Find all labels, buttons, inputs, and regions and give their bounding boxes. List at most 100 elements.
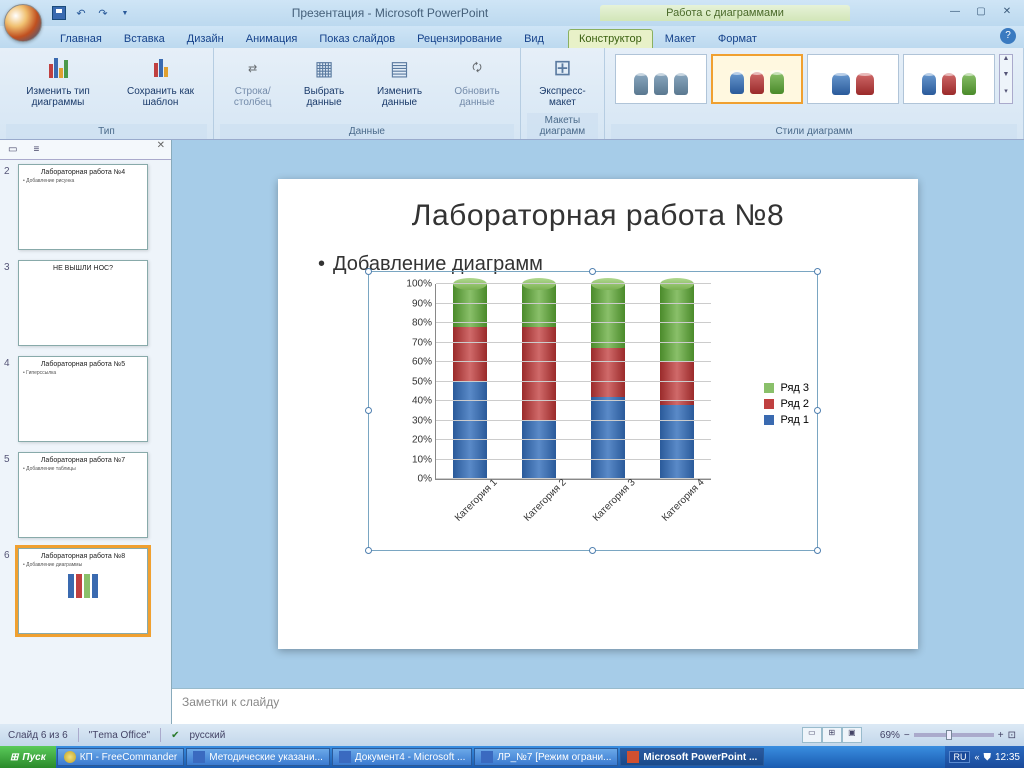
windows-taskbar: ⊞Пуск КП - FreeCommander Методические ук… [0,746,1024,768]
taskbar-item[interactable]: КП - FreeCommander [57,748,184,766]
zoom-thumb[interactable] [946,730,952,740]
panel-close-button[interactable]: ✕ [151,140,171,159]
style-gallery-scroll[interactable]: ▲▼▾ [999,54,1013,104]
thumb-number: 5 [4,452,14,465]
restore-button[interactable]: ▢ [970,6,992,20]
tab-chart-design[interactable]: Конструктор [568,29,653,48]
chart-plot: Категория 1Категория 2Категория 3Категор… [435,284,711,480]
resize-handle[interactable] [814,268,821,275]
legend-swatch-icon [764,399,774,409]
office-button[interactable] [4,4,42,42]
chart-bars: Категория 1Категория 2Категория 3Категор… [436,284,711,479]
scroll-down-icon[interactable]: ▼ [1000,71,1012,87]
resize-handle[interactable] [589,547,596,554]
zoom-slider[interactable] [914,733,994,737]
table-edit-icon: ▤ [384,52,416,84]
resize-handle[interactable] [589,268,596,275]
resize-handle[interactable] [365,407,372,414]
tab-home[interactable]: Главная [50,30,112,48]
chart-style-gallery: ▲▼▾ [611,50,1017,108]
ribbon-group-data: ⇄ Строка/столбец ▦ Выбрать данные ▤ Изме… [214,48,521,139]
save-icon [52,6,66,20]
slide-canvas[interactable]: Лабораторная работа №8 • Добавление диаг… [278,179,918,649]
resize-handle[interactable] [814,547,821,554]
fit-to-window-button[interactable]: ⊡ [1008,730,1016,741]
redo-button[interactable]: ↷ [94,4,112,22]
taskbar-item[interactable]: ЛР_№7 [Режим ограни... [474,748,618,766]
legend-swatch-icon [764,383,774,393]
sorter-view-button[interactable]: ⊞ [822,727,842,743]
tab-view[interactable]: Вид [514,30,554,48]
switch-icon: ⇄ [237,52,269,84]
tab-insert[interactable]: Вставка [114,30,175,48]
resize-handle[interactable] [365,268,372,275]
spellcheck-icon[interactable]: ✔ [171,730,179,741]
switch-row-column-button[interactable]: ⇄ Строка/столбец [220,50,285,110]
grid-icon: ▦ [308,52,340,84]
chart-style-4[interactable] [903,54,995,104]
slide-thumbnail[interactable]: Лабораторная работа №7 • Добавление табл… [18,452,148,538]
tab-chart-layout[interactable]: Макет [655,30,706,48]
slides-panel-tabs: ▭ ≡ ✕ [0,140,171,160]
qat-customize[interactable]: ▼ [116,4,134,22]
outline-tab[interactable]: ≡ [25,140,47,159]
bar-chart-icon [42,52,74,84]
slideshow-view-button[interactable]: ▣ [842,727,862,743]
clock[interactable]: 12:35 [995,752,1020,763]
zoom-level[interactable]: 69% [880,730,900,741]
tab-animation[interactable]: Анимация [236,30,308,48]
minimize-button[interactable]: — [944,6,966,20]
normal-view-button[interactable]: ▭ [802,727,822,743]
taskbar-item[interactable]: Методические указани... [186,748,330,766]
slides-tab[interactable]: ▭ [0,140,25,159]
notes-pane[interactable]: Заметки к слайду [172,688,1024,724]
scroll-up-icon[interactable]: ▲ [1000,55,1012,71]
tab-slideshow[interactable]: Показ слайдов [309,30,405,48]
zoom-in-button[interactable]: + [998,730,1004,741]
outline-tab-icon: ≡ [33,144,39,155]
tab-chart-format[interactable]: Формат [708,30,767,48]
zoom-out-button[interactable]: − [904,730,910,741]
slides-panel: ▭ ≡ ✕ 2 Лабораторная работа №4 • Добавле… [0,140,172,724]
ribbon-group-layouts: ⊞ Экспресс-макет Макеты диаграмм [521,48,605,139]
change-chart-type-button[interactable]: Изменить тип диаграммы [6,50,110,110]
slide-canvas-wrap: Лабораторная работа №8 • Добавление диаг… [172,140,1024,688]
chart-style-1[interactable] [615,54,707,104]
select-data-button[interactable]: ▦ Выбрать данные [289,50,358,110]
edit-data-button[interactable]: ▤ Изменить данные [363,50,436,110]
taskbar-item-active[interactable]: Microsoft PowerPoint ... [620,748,764,766]
save-as-template-button[interactable]: Сохранить как шаблон [114,50,207,110]
chart-style-3[interactable] [807,54,899,104]
undo-button[interactable]: ↶ [72,4,90,22]
legend-item: Ряд 2 [764,398,809,410]
resize-handle[interactable] [365,547,372,554]
tab-design[interactable]: Дизайн [177,30,234,48]
app-icon [64,751,76,763]
quick-layout-button[interactable]: ⊞ Экспресс-макет [527,50,598,110]
chart-style-2[interactable] [711,54,803,104]
resize-handle[interactable] [814,407,821,414]
refresh-data-button[interactable]: 🗘 Обновить данные [440,50,514,110]
tray-expand-icon[interactable]: « [974,752,979,762]
window-title: Презентация - Microsoft PowerPoint [200,6,580,20]
taskbar-item[interactable]: Документ4 - Microsoft ... [332,748,472,766]
contextual-tab-title: Работа с диаграммами [600,5,850,21]
slide-counter: Слайд 6 из 6 [8,730,68,741]
chart-object[interactable]: Категория 1Категория 2Категория 3Категор… [368,271,818,551]
slide-thumbnail[interactable]: Лабораторная работа №4 • Добавление рису… [18,164,148,250]
legend-swatch-icon [764,415,774,425]
close-button[interactable]: ✕ [996,6,1018,20]
slide-thumbnail[interactable]: НЕ ВЫШЛИ НОС? [18,260,148,346]
start-button[interactable]: ⊞Пуск [0,746,56,768]
tab-review[interactable]: Рецензирование [407,30,512,48]
help-button[interactable]: ? [1000,28,1016,44]
slide-thumbnail[interactable]: Лабораторная работа №8 • Добавление диаг… [18,548,148,634]
language-indicator[interactable]: русский [189,730,225,741]
language-bar[interactable]: RU [949,751,970,763]
slide-title[interactable]: Лабораторная работа №8 [318,199,878,233]
scroll-more-icon[interactable]: ▾ [1000,87,1012,103]
quick-access-toolbar: ↶ ↷ ▼ [50,4,134,22]
save-button[interactable] [50,4,68,22]
tray-icon[interactable]: ⛊ [983,752,991,763]
slide-thumbnail[interactable]: Лабораторная работа №5 • Гиперссылка [18,356,148,442]
